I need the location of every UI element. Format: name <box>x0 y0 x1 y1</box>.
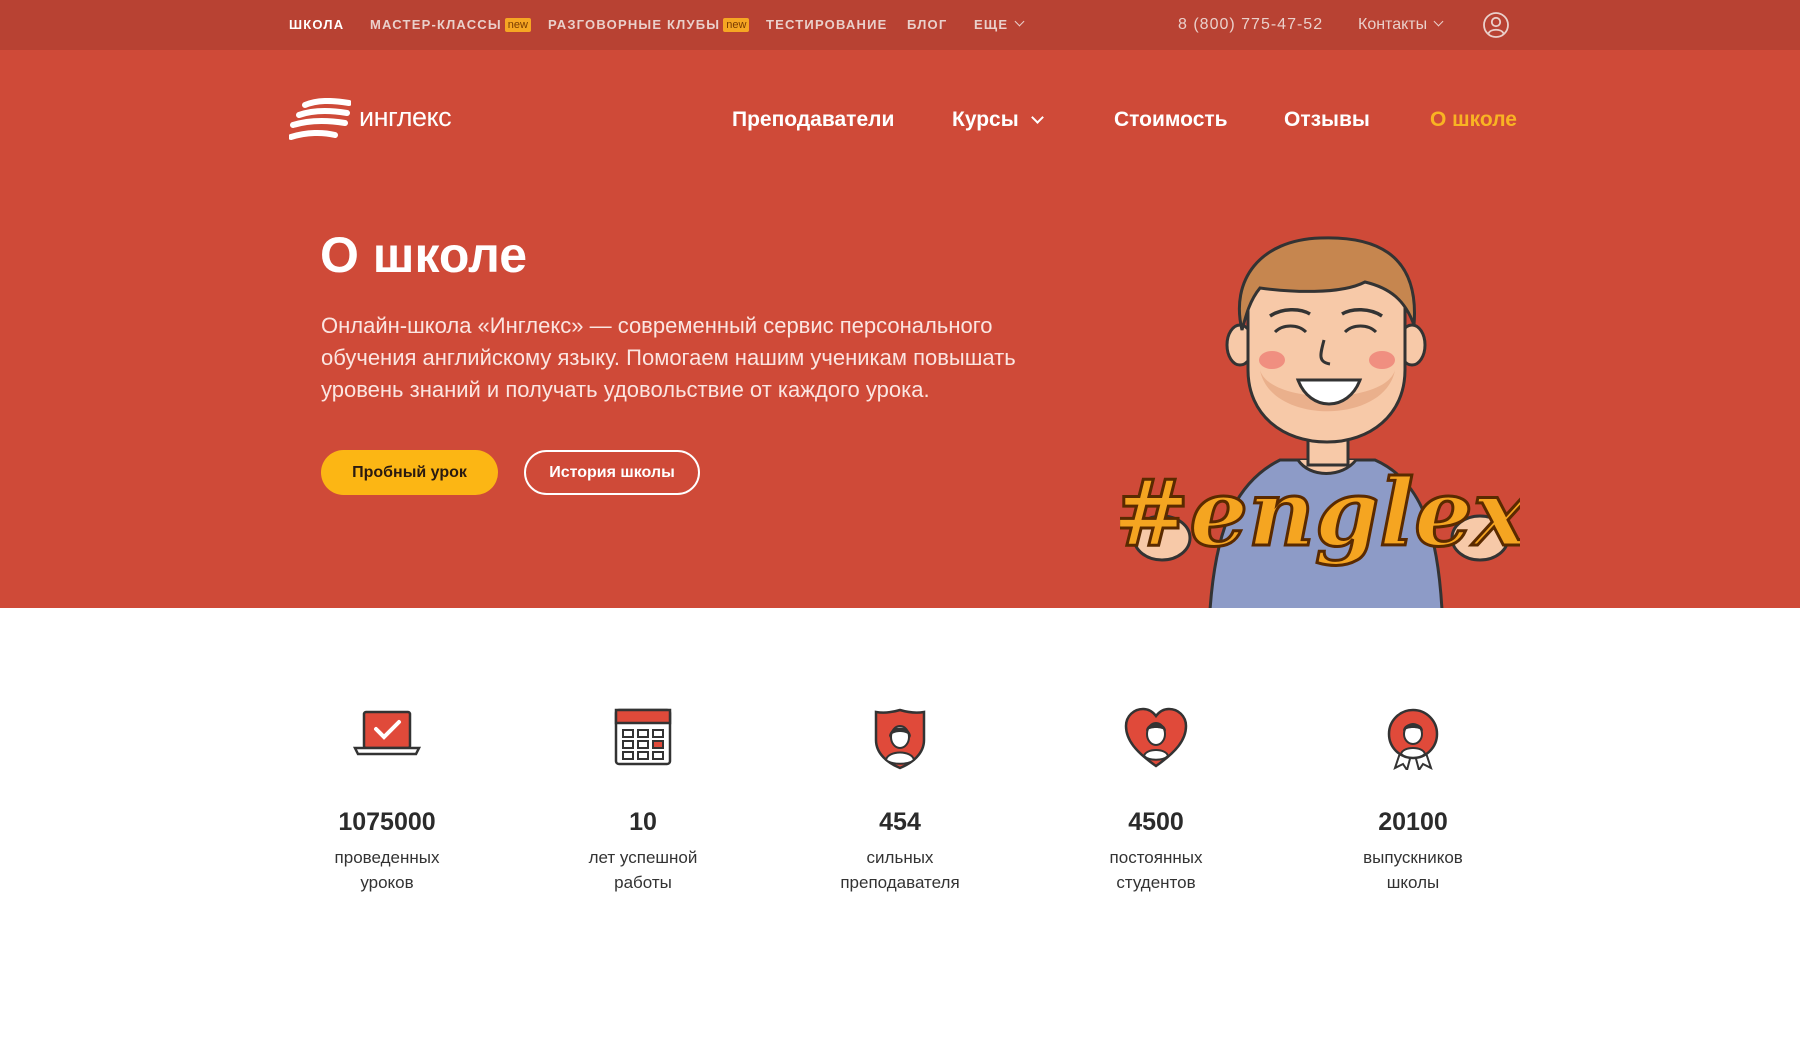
nav-prices[interactable]: Стоимость <box>1114 108 1228 132</box>
chevron-down-icon <box>1030 111 1044 124</box>
nav-courses[interactable]: Курсы <box>952 108 1044 132</box>
stat-number: 454 <box>879 808 921 836</box>
stat-teachers: 454 сильных преподавателя <box>790 700 1010 895</box>
stat-label-line: лет успешной <box>588 848 698 867</box>
brand-name: инглекс <box>359 102 452 132</box>
topnav-testing-label: ТЕСТИРОВАНИЕ <box>766 17 888 32</box>
topnav-blog-label: БЛОГ <box>907 17 948 32</box>
stat-number: 10 <box>629 808 657 836</box>
topnav-speaking-clubs-label: РАЗГОВОРНЫЕ КЛУБЫ <box>548 17 721 32</box>
chevron-down-icon <box>1433 16 1444 27</box>
new-badge: new <box>723 18 750 32</box>
student-heart-icon <box>1116 700 1196 770</box>
school-history-button[interactable]: История школы <box>524 450 700 495</box>
contacts-label: Контакты <box>1358 16 1428 33</box>
calendar-icon <box>603 700 683 770</box>
nav-teachers[interactable]: Преподаватели <box>732 108 894 132</box>
topnav-more-label: ЕЩЕ <box>974 17 1009 32</box>
mascot-illustration: #englex <box>1120 236 1520 608</box>
stat-label-line: постоянных <box>1109 848 1203 867</box>
nav-courses-label: Курсы <box>952 108 1019 131</box>
topnav-school-label: ШКОЛА <box>289 17 345 32</box>
stat-label: выпускников школы <box>1303 845 1523 895</box>
hero-section: инглекс Преподаватели Курсы Стоимость От… <box>0 50 1800 608</box>
stat-years: 10 лет успешной работы <box>533 700 753 895</box>
contacts-dropdown[interactable]: Контакты <box>1358 0 1444 50</box>
stat-lessons: 1075000 проведенных уроков <box>277 700 497 895</box>
stat-label: проведенных уроков <box>277 845 497 895</box>
stat-label-line: уроков <box>360 873 414 892</box>
stat-number: 4500 <box>1128 808 1184 836</box>
stat-label-line: сильных <box>866 848 934 867</box>
topnav-masterclasses[interactable]: МАСТЕР-КЛАССЫ new <box>370 0 531 50</box>
nav-reviews[interactable]: Отзывы <box>1284 108 1370 132</box>
mascot-sign-text: #englex <box>1120 459 1520 567</box>
stat-label: сильных преподавателя <box>790 845 1010 895</box>
topnav-speaking-clubs[interactable]: РАЗГОВОРНЫЕ КЛУБЫ new <box>548 0 750 50</box>
topnav-more[interactable]: ЕЩЕ <box>974 0 1025 50</box>
stat-label-line: студентов <box>1116 873 1196 892</box>
teacher-shield-icon <box>860 700 940 770</box>
stat-number: 20100 <box>1378 808 1448 836</box>
topnav-blog[interactable]: БЛОГ <box>907 0 947 50</box>
laptop-check-icon <box>347 700 427 770</box>
top-bar: ШКОЛА МАСТЕР-КЛАССЫ new РАЗГОВОРНЫЕ КЛУБЫ… <box>0 0 1800 50</box>
stat-number: 1075000 <box>338 808 436 836</box>
stat-label-line: преподавателя <box>840 873 960 892</box>
stat-students: 4500 постоянных студентов <box>1046 700 1266 895</box>
topnav-school[interactable]: ШКОЛА <box>289 0 344 50</box>
brand-logo[interactable]: инглекс <box>289 98 469 146</box>
stat-label-line: выпускников <box>1363 848 1463 867</box>
graduate-award-icon <box>1373 700 1453 773</box>
user-icon[interactable] <box>1483 12 1509 38</box>
stat-label-line: школы <box>1386 873 1440 892</box>
stat-graduates: 20100 выпускников школы <box>1303 700 1523 895</box>
stat-label-line: проведенных <box>334 848 440 867</box>
new-badge: new <box>504 18 531 32</box>
hero-description: Онлайн-школа «Инглекс» — современный сер… <box>321 313 1016 402</box>
trial-lesson-button[interactable]: Пробный урок <box>321 450 498 495</box>
topnav-masterclasses-label: МАСТЕР-КЛАССЫ <box>370 17 502 32</box>
topnav-testing[interactable]: ТЕСТИРОВАНИЕ <box>766 0 888 50</box>
stat-label: постоянных студентов <box>1046 845 1266 895</box>
phone-number[interactable]: 8 (800) 775-47-52 <box>1178 0 1323 50</box>
nav-about[interactable]: О школе <box>1430 108 1517 132</box>
stat-label: лет успешной работы <box>533 845 753 895</box>
stat-label-line: работы <box>614 873 672 892</box>
page-title: О школе <box>320 227 528 283</box>
chevron-down-icon <box>1014 16 1025 27</box>
englex-wave-logo-icon <box>289 98 351 140</box>
